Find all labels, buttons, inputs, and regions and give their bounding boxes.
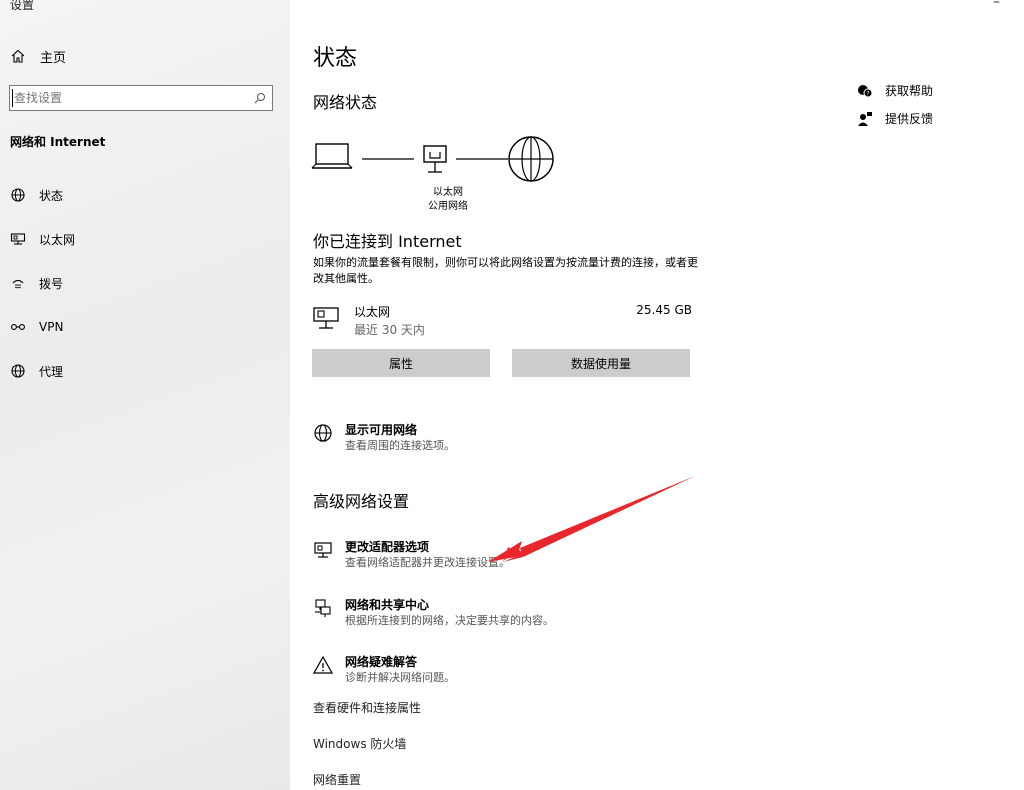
usage-period: 最近 30 天内 (354, 323, 425, 337)
sharing-center-link[interactable]: 网络和共享中心 根据所连接到的网络，决定要共享的内容。 (313, 596, 713, 630)
link-title: 显示可用网络 (345, 423, 418, 437)
data-usage-button[interactable]: 数据使用量 (512, 349, 690, 377)
link-subtitle: 查看周围的连接选项。 (345, 439, 455, 452)
connected-title: 你已连接到 Internet (313, 232, 462, 251)
status-globe-icon (11, 188, 25, 202)
ethernet-name: 以太网 (354, 305, 391, 319)
feedback-link[interactable]: 提供反馈 (857, 110, 933, 127)
sharing-center-icon (315, 599, 331, 617)
properties-button[interactable]: 属性 (312, 349, 490, 377)
troubleshooter-link[interactable]: 网络疑难解答 诊断并解决网络问题。 (313, 653, 713, 687)
search-input[interactable] (12, 89, 236, 107)
vpn-icon (11, 324, 25, 330)
feedback-label: 提供反馈 (885, 112, 934, 126)
internet-globe-icon (508, 136, 554, 182)
adapter-icon (314, 542, 332, 558)
main-content: – 状态 网络状态 ? 获取帮助 提供反馈 以太网 公用网络 你已连接到 Int… (290, 0, 1024, 790)
link-subtitle: 根据所连接到的网络，决定要共享的内容。 (345, 614, 554, 627)
sidebar-item-ethernet[interactable]: 以太网 (10, 229, 75, 249)
sidebar: 设置 主页 网络和 Internet 状态 以太网 (0, 0, 290, 790)
advanced-settings-heading: 高级网络设置 (313, 492, 410, 511)
sidebar-item-proxy[interactable]: 代理 (10, 361, 63, 381)
link-title: 网络疑难解答 (345, 655, 418, 669)
get-help-link[interactable]: ? 获取帮助 (857, 82, 933, 99)
hardware-properties-link[interactable]: 查看硬件和连接属性 (313, 699, 421, 716)
usage-amount: 25.45 GB (636, 303, 692, 317)
home-nav-item[interactable]: 主页 (10, 46, 66, 66)
network-reset-link[interactable]: 网络重置 (313, 771, 361, 788)
app-title: 设置 (10, 0, 35, 12)
diagram-adapter-label: 以太网 (433, 187, 463, 198)
sidebar-item-label: 代理 (39, 364, 64, 379)
proxy-globe-icon (11, 364, 25, 378)
page-title: 状态 (313, 46, 358, 71)
change-adapter-options-link[interactable]: 更改适配器选项 查看网络适配器并更改连接设置。 (313, 538, 713, 572)
get-help-label: 获取帮助 (885, 84, 934, 98)
link-subtitle: 诊断并解决网络问题。 (345, 671, 455, 684)
search-icon[interactable] (254, 92, 266, 104)
home-label: 主页 (40, 50, 67, 66)
connected-description: 如果你的流量套餐有限制，则你可以将此网络设置为按流量计费的连接，或者更改其他属性… (313, 256, 698, 285)
feedback-person-icon (858, 111, 872, 126)
sidebar-item-label: 以太网 (39, 232, 76, 247)
svg-text:?: ? (866, 90, 869, 97)
sidebar-item-label: VPN (39, 320, 64, 334)
section-label: 网络和 Internet (10, 135, 106, 149)
diagram-network-type: 公用网络 (428, 201, 468, 212)
ethernet-icon (313, 307, 339, 329)
minimize-button[interactable]: – (993, 0, 1000, 10)
ethernet-icon (10, 233, 26, 245)
link-title: 更改适配器选项 (345, 540, 430, 554)
firewall-link[interactable]: Windows 防火墙 (313, 735, 406, 752)
ethernet-port-icon (423, 145, 447, 173)
show-available-networks-link[interactable]: 显示可用网络 查看周围的连接选项。 (313, 421, 713, 455)
sidebar-item-dialup[interactable]: 拨号 (10, 273, 63, 293)
search-box[interactable] (9, 85, 273, 111)
sidebar-item-vpn[interactable]: VPN (10, 317, 63, 337)
sidebar-item-label: 拨号 (39, 276, 64, 291)
sidebar-item-label: 状态 (39, 188, 64, 203)
sidebar-item-status[interactable]: 状态 (10, 185, 63, 205)
home-icon (11, 49, 25, 63)
warning-icon (313, 655, 333, 674)
link-subtitle: 查看网络适配器并更改连接设置。 (345, 556, 510, 569)
help-chat-icon: ? (858, 84, 873, 97)
laptop-icon (311, 143, 353, 169)
link-title: 网络和共享中心 (345, 598, 430, 612)
globe-icon (314, 424, 332, 442)
ethernet-usage-row: 以太网 最近 30 天内 25.45 GB (312, 303, 692, 339)
network-status-heading: 网络状态 (313, 93, 378, 112)
dialup-icon (12, 279, 24, 289)
